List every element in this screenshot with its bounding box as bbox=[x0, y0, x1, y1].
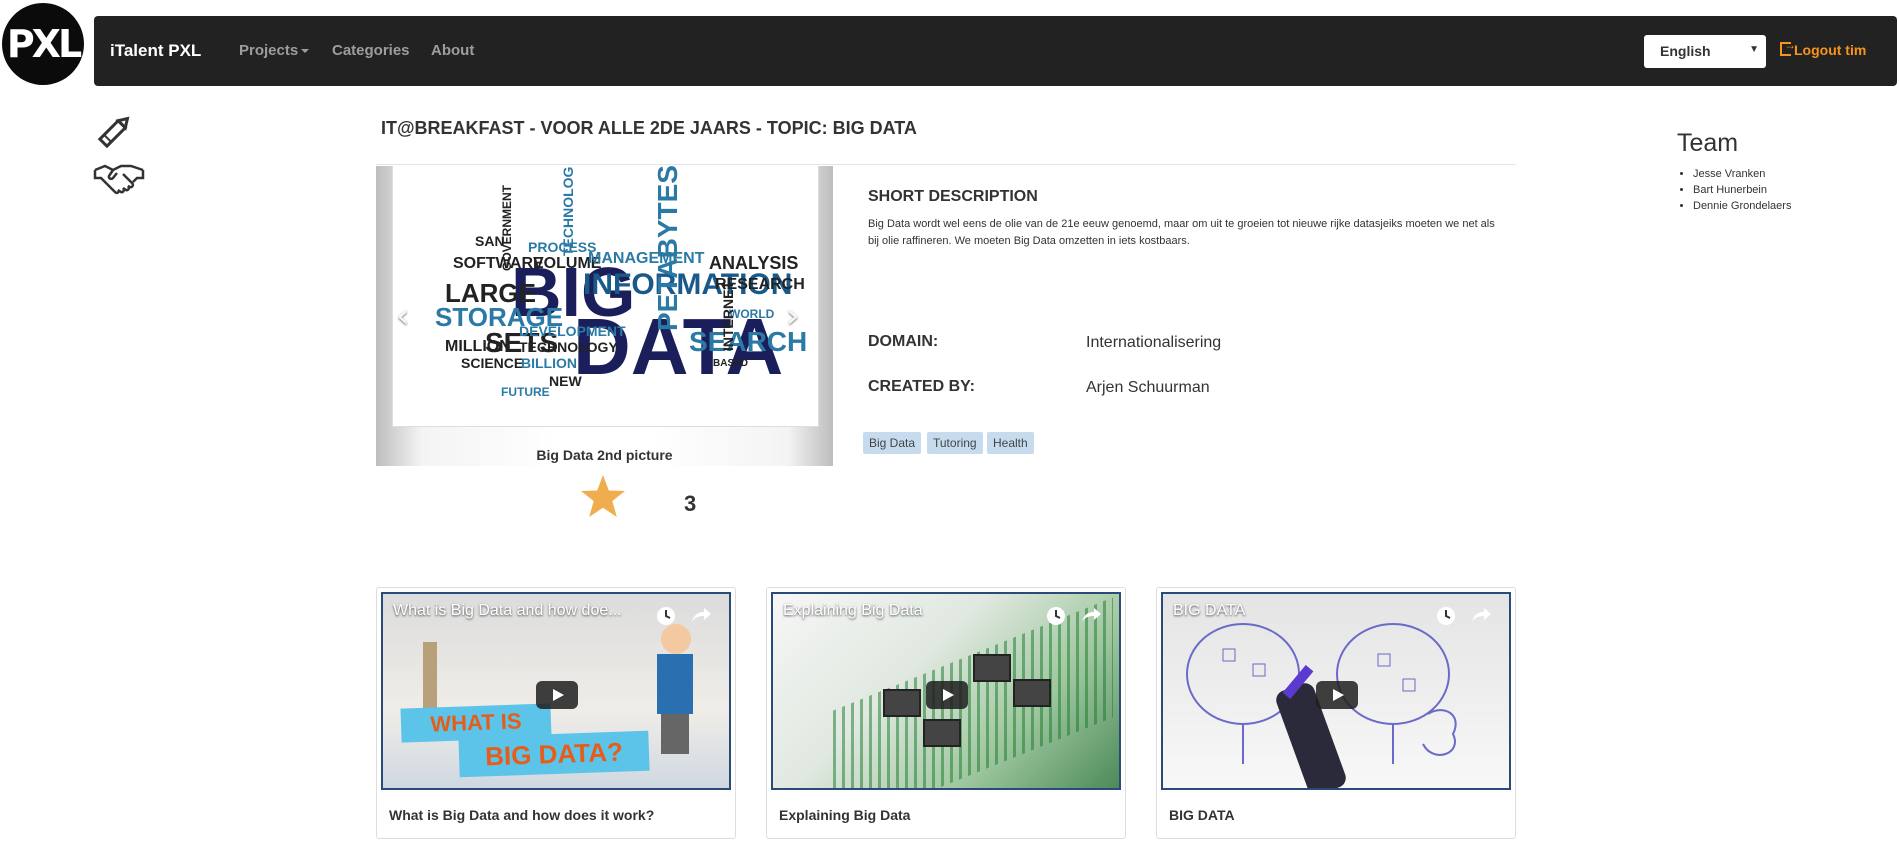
team-heading: Team bbox=[1677, 129, 1739, 157]
video-card: BIG DATA BIG DATA bbox=[1156, 587, 1516, 839]
svg-text:MANAGEMENT: MANAGEMENT bbox=[588, 250, 705, 267]
svg-text:INTERNET: INTERNET bbox=[720, 281, 736, 351]
play-button-icon[interactable] bbox=[926, 681, 968, 709]
handshake-icon[interactable] bbox=[93, 160, 145, 201]
computer-shape bbox=[973, 654, 1011, 682]
svg-text:SOFTWARE: SOFTWARE bbox=[453, 255, 544, 272]
top-navbar: iTalent PXL Projects Categories About En… bbox=[94, 16, 1897, 86]
svg-text:BASED: BASED bbox=[713, 358, 748, 369]
created-by-label: CREATED BY: bbox=[868, 378, 975, 395]
svg-text:BILLION: BILLION bbox=[521, 355, 577, 371]
caret-down-icon bbox=[301, 49, 310, 54]
short-description-text: Big Data wordt wel eens de olie van de 2… bbox=[868, 218, 1495, 247]
logout-label: Logout tim bbox=[1794, 42, 1867, 58]
nav-categories[interactable]: Categories bbox=[332, 42, 410, 59]
domain-label: DOMAIN: bbox=[868, 333, 939, 350]
svg-text:TECHNOLOGY: TECHNOLOGY bbox=[519, 339, 618, 355]
computer-shape bbox=[923, 719, 961, 747]
domain-value: Internationalisering bbox=[1086, 334, 1222, 351]
tag-health[interactable]: Health bbox=[987, 432, 1034, 454]
svg-text:NEW: NEW bbox=[549, 373, 582, 389]
chevron-down-icon: ▼ bbox=[1749, 44, 1759, 55]
star-icon[interactable] bbox=[580, 474, 626, 523]
nav-projects[interactable]: Projects bbox=[239, 42, 310, 59]
short-description-heading: SHORT DESCRIPTION bbox=[868, 188, 1038, 205]
nav-projects-label: Projects bbox=[239, 42, 299, 59]
brand-link[interactable]: iTalent PXL bbox=[110, 41, 201, 61]
video-title[interactable]: Explaining Big Data bbox=[779, 807, 910, 823]
project-title: IT@BREAKFAST - VOOR ALLE 2DE JAARS - TOP… bbox=[381, 118, 917, 138]
cartoon-man-shape bbox=[653, 624, 697, 764]
rating-count: 3 bbox=[684, 491, 697, 516]
svg-text:TECHNOLOGIES: TECHNOLOGIES bbox=[560, 166, 576, 256]
svg-text:SCIENCE: SCIENCE bbox=[461, 355, 523, 371]
language-selected: English bbox=[1660, 43, 1711, 59]
clock-icon[interactable] bbox=[655, 605, 677, 632]
pxl-logo[interactable]: PXL bbox=[2, 3, 84, 85]
video-player[interactable]: WHAT IS BIG DATA? What is Big Data and h… bbox=[381, 592, 731, 790]
share-icon[interactable] bbox=[1079, 604, 1103, 631]
carousel-caption: Big Data 2nd picture bbox=[536, 447, 673, 463]
video-card: WHAT IS BIG DATA? What is Big Data and h… bbox=[376, 587, 736, 839]
binary-stream-shape bbox=[833, 597, 1113, 788]
team-list: Jesse Vranken Bart Hunerbein Dennie Gron… bbox=[1678, 166, 1791, 214]
svg-text:DEVELOPMENT: DEVELOPMENT bbox=[519, 323, 626, 339]
clock-icon[interactable] bbox=[1045, 605, 1067, 632]
video-title[interactable]: What is Big Data and how does it work? bbox=[389, 807, 654, 823]
video-overlay-title[interactable]: BIG DATA bbox=[1173, 602, 1245, 620]
team-member: Dennie Grondelaers bbox=[1693, 198, 1791, 214]
big-data-word-cloud-image: BIG DATA INFORMATION LARGE STORAGE SOFTW… bbox=[415, 144, 807, 399]
tag-tutoring[interactable]: Tutoring bbox=[927, 432, 983, 454]
video-player[interactable]: BIG DATA bbox=[1161, 592, 1511, 790]
logout-link[interactable]: Logout tim bbox=[1780, 38, 1867, 58]
video-title[interactable]: BIG DATA bbox=[1169, 807, 1235, 823]
created-by-value: Arjen Schuurman bbox=[1086, 379, 1210, 396]
image-carousel: BIG DATA INFORMATION LARGE STORAGE SOFTW… bbox=[376, 144, 833, 466]
clock-icon[interactable] bbox=[1435, 605, 1457, 632]
video-player[interactable]: Explaining Big Data bbox=[771, 592, 1121, 790]
play-button-icon[interactable] bbox=[1316, 681, 1358, 709]
nav-about[interactable]: About bbox=[431, 42, 474, 59]
thumb-caption-2: BIG DATA? bbox=[458, 730, 650, 778]
svg-text:PETABYTES: PETABYTES bbox=[652, 166, 683, 331]
share-icon[interactable] bbox=[689, 604, 713, 631]
carousel-next-button[interactable]: › bbox=[786, 296, 800, 336]
language-select[interactable]: English ▼ bbox=[1644, 35, 1766, 68]
logout-icon bbox=[1780, 38, 1796, 56]
svg-text:ANALYSIS: ANALYSIS bbox=[709, 253, 798, 273]
computer-shape bbox=[883, 689, 921, 717]
video-card: Explaining Big Data Explaining Big Data bbox=[766, 587, 1126, 839]
svg-text:GOVERNMENT: GOVERNMENT bbox=[500, 184, 514, 271]
pencil-icon[interactable] bbox=[93, 111, 135, 158]
carousel-image: BIG DATA INFORMATION LARGE STORAGE SOFTW… bbox=[392, 144, 819, 427]
team-member: Bart Hunerbein bbox=[1693, 182, 1791, 198]
play-button-icon[interactable] bbox=[536, 681, 578, 709]
video-overlay-title[interactable]: Explaining Big Data bbox=[783, 602, 923, 620]
title-divider bbox=[376, 164, 1516, 165]
team-member: Jesse Vranken bbox=[1693, 166, 1791, 182]
video-overlay-title[interactable]: What is Big Data and how doe... bbox=[393, 602, 622, 620]
share-icon[interactable] bbox=[1469, 604, 1493, 631]
svg-text:FUTURE: FUTURE bbox=[501, 385, 550, 399]
tag-big-data[interactable]: Big Data bbox=[863, 432, 922, 454]
carousel-prev-button[interactable]: ‹ bbox=[396, 296, 410, 336]
computer-shape bbox=[1013, 679, 1051, 707]
